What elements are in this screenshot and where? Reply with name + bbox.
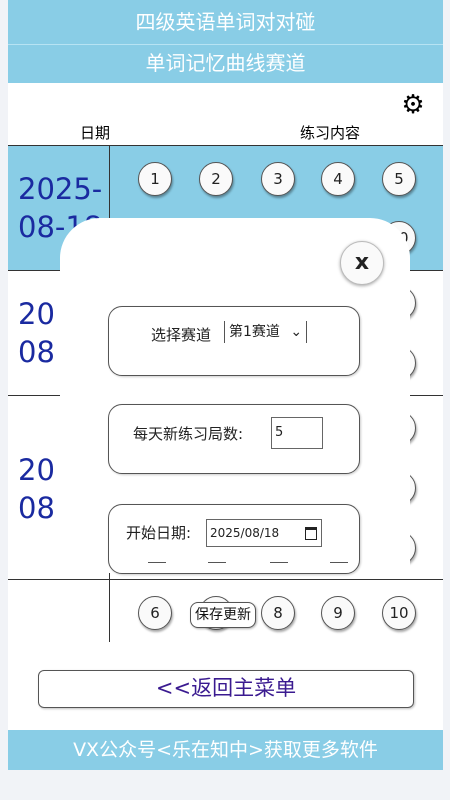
start-date-input[interactable]: 2025/08/18 — [206, 519, 322, 547]
app-screen: 四级英语单词对对碰 单词记忆曲线赛道 ⚙ 日期 练习内容 2025- 08-18… — [8, 0, 443, 770]
chevron-down-icon: ⌄ — [290, 324, 303, 340]
save-update-button[interactable]: 保存更新 — [190, 602, 256, 628]
start-date-label: 开始日期: — [126, 524, 192, 542]
page-subtitle: 单词记忆曲线赛道 — [8, 45, 443, 83]
start-date-box: 开始日期: 2025/08/18 — [108, 504, 360, 574]
start-date-value: 2025/08/18 — [210, 526, 280, 540]
close-dialog-button[interactable]: x — [340, 241, 384, 285]
daily-count-input[interactable]: 5 — [271, 417, 323, 449]
practice-circle[interactable]: 10 — [382, 596, 416, 630]
practice-circle[interactable]: 6 — [138, 596, 172, 630]
column-header-date: 日期 — [80, 124, 111, 142]
footer-promo: VX公众号<乐在知中>获取更多软件 — [8, 730, 443, 770]
practice-circle[interactable]: 9 — [321, 596, 355, 630]
gear-icon[interactable]: ⚙ — [400, 92, 426, 118]
date-line: 2025- — [18, 172, 103, 206]
back-to-main-menu-button[interactable]: <<返回主菜单 — [38, 670, 414, 708]
separator-dash — [330, 562, 348, 563]
track-select-box: 选择赛道 第1赛道 ⌄ — [108, 306, 360, 376]
date-cell — [8, 580, 110, 642]
track-select-label: 选择赛道 — [151, 326, 212, 344]
practice-circle[interactable]: 2 — [199, 162, 233, 196]
track-select-value: 第1赛道 — [229, 324, 280, 340]
practice-circle[interactable]: 3 — [261, 162, 295, 196]
practice-circle[interactable]: 4 — [321, 162, 355, 196]
track-select[interactable]: 第1赛道 ⌄ — [224, 321, 308, 343]
daily-count-box: 每天新练习局数: 5 — [108, 404, 360, 474]
app-title: 四级英语单词对对碰 — [8, 0, 443, 45]
daily-count-label: 每天新练习局数: — [133, 425, 244, 443]
practice-circle[interactable]: 5 — [382, 162, 416, 196]
practice-circle[interactable]: 1 — [138, 162, 172, 196]
settings-dialog: x 选择赛道 第1赛道 ⌄ 每天新练习局数: 5 开始日期: 2025/08/1… — [60, 218, 410, 574]
separator-dash — [270, 562, 288, 563]
practice-circle[interactable]: 8 — [261, 596, 295, 630]
column-header-content: 练习内容 — [300, 124, 361, 142]
separator-dash — [208, 562, 226, 563]
calendar-icon[interactable] — [305, 527, 317, 540]
separator-dash — [148, 562, 166, 563]
